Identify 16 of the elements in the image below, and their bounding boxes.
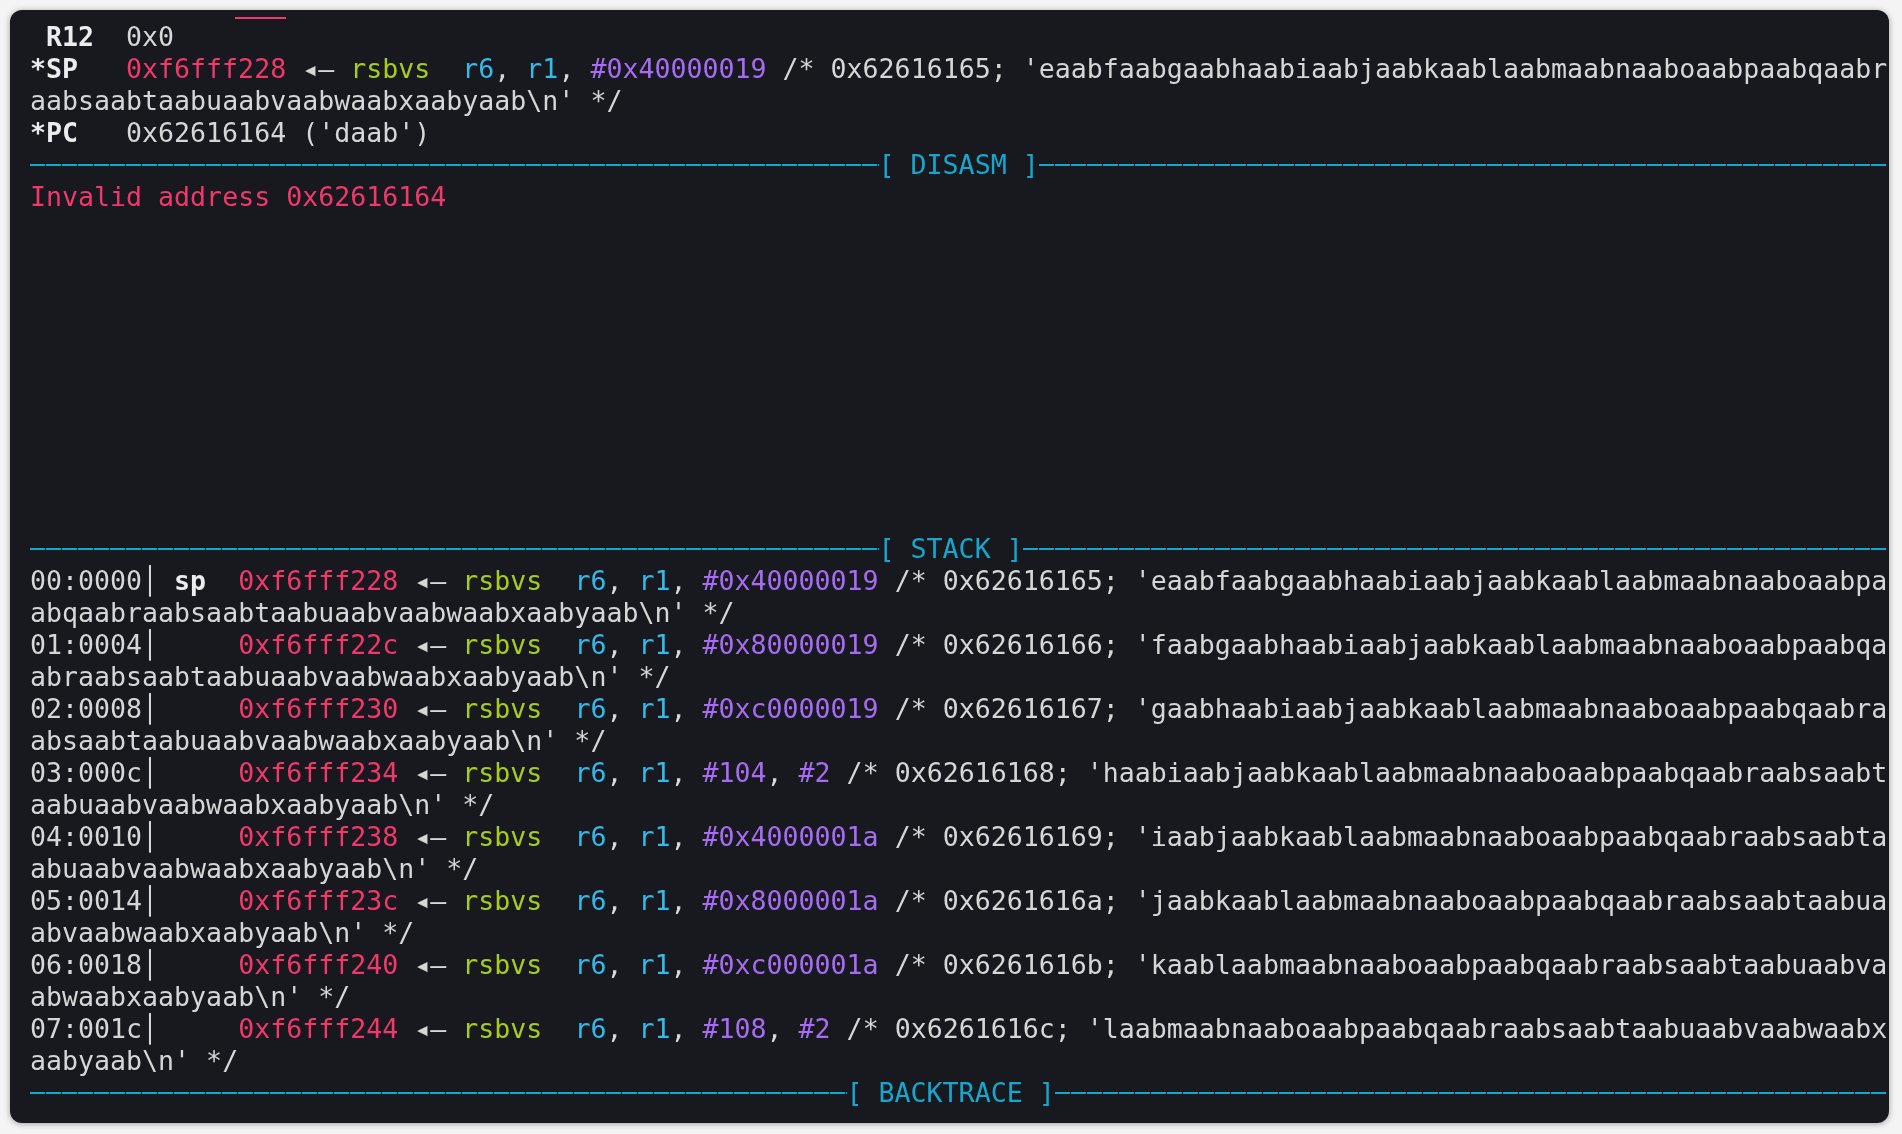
stack-entry: 02:0008│ 0xf6fff230 ◂— rsbvs r6, r1, #0xc0000019 /* 0x62616167; 'gaabhaabiaabjaabkaablaabmaabnaaboaabpaabqaabraabsaabtaabuaabvaabwaabxaabyaab\n' */ bbox=[30, 693, 1889, 757]
stack-entry: 07:001c│ 0xf6fff244 ◂— rsbvs r6, r1, #108, #2 /* 0x6261616c; 'laabmaabnaaboaabpaabqaabraabsaabtaabuaabvaabwaabxaabyaab\n' */ bbox=[30, 1013, 1889, 1077]
register-line: R12 0x0 bbox=[45, 21, 176, 53]
stack-entry: 03:000c│ 0xf6fff234 ◂— rsbvs r6, r1, #104, #2 /* 0x62616168; 'haabiaabjaabkaablaabmaabnaaboaabpaabqaabraabsaabtaabuaabvaabwaabxaabyaab\n' */ bbox=[30, 757, 1889, 821]
partial-underline bbox=[235, 17, 286, 19]
section-title: [ DISASM ] bbox=[878, 149, 1039, 181]
section-title: [ BACKTRACE ] bbox=[846, 1077, 1055, 1109]
register-line: *PC 0x62616164 ('daab') bbox=[30, 117, 432, 149]
stack-entry: 04:0010│ 0xf6fff238 ◂— rsbvs r6, r1, #0x4000001a /* 0x62616169; 'iaabjaabkaablaabmaabnaaboaabpaabqaabraabsaabtaabuaabvaabwaabxaabyaab\n' */ bbox=[30, 821, 1889, 885]
error-message: Invalid address 0x62616164 bbox=[30, 181, 447, 213]
section-title: [ STACK ] bbox=[878, 533, 1023, 565]
stack-entry: 00:0000│ sp 0xf6fff228 ◂— rsbvs r6, r1, #0x40000019 /* 0x62616165; 'eaabfaabgaabhaabiaabjaabkaablaabmaabnaaboaabpaabqaabraabsaabtaabuaabvaabwaabxaabyaab\n' */ bbox=[30, 565, 1889, 629]
stack-entry: 06:0018│ 0xf6fff240 ◂— rsbvs r6, r1, #0xc000001a /* 0x6261616b; 'kaablaabmaabnaaboaabpaabqaabraabsaabtaabuaabvaabwaabxaabyaab\n' */ bbox=[30, 949, 1889, 1013]
register-line: *SP 0xf6fff228 ◂— rsbvs r6, r1, #0x40000019 /* 0x62616165; 'eaabfaabgaabhaabiaabjaabkaablaabmaabnaaboaabpaabqaabraabsaabtaabuaabvaabwaabxaabyaab\n' */ bbox=[30, 53, 1889, 117]
stack-entry: 05:0014│ 0xf6fff23c ◂— rsbvs r6, r1, #0x8000001a /* 0x6261616a; 'jaabkaablaabmaabnaaboaabpaabqaabraabsaabtaabuaabvaabwaabxaabyaab\n' */ bbox=[30, 885, 1889, 949]
stack-entry: 01:0004│ 0xf6fff22c ◂— rsbvs r6, r1, #0x80000019 /* 0x62616166; 'faabgaabhaabiaabjaabkaablaabmaabnaaboaabpaabqaabraabsaabtaabuaabvaabwaabxaabyaab\n' */ bbox=[30, 629, 1889, 693]
